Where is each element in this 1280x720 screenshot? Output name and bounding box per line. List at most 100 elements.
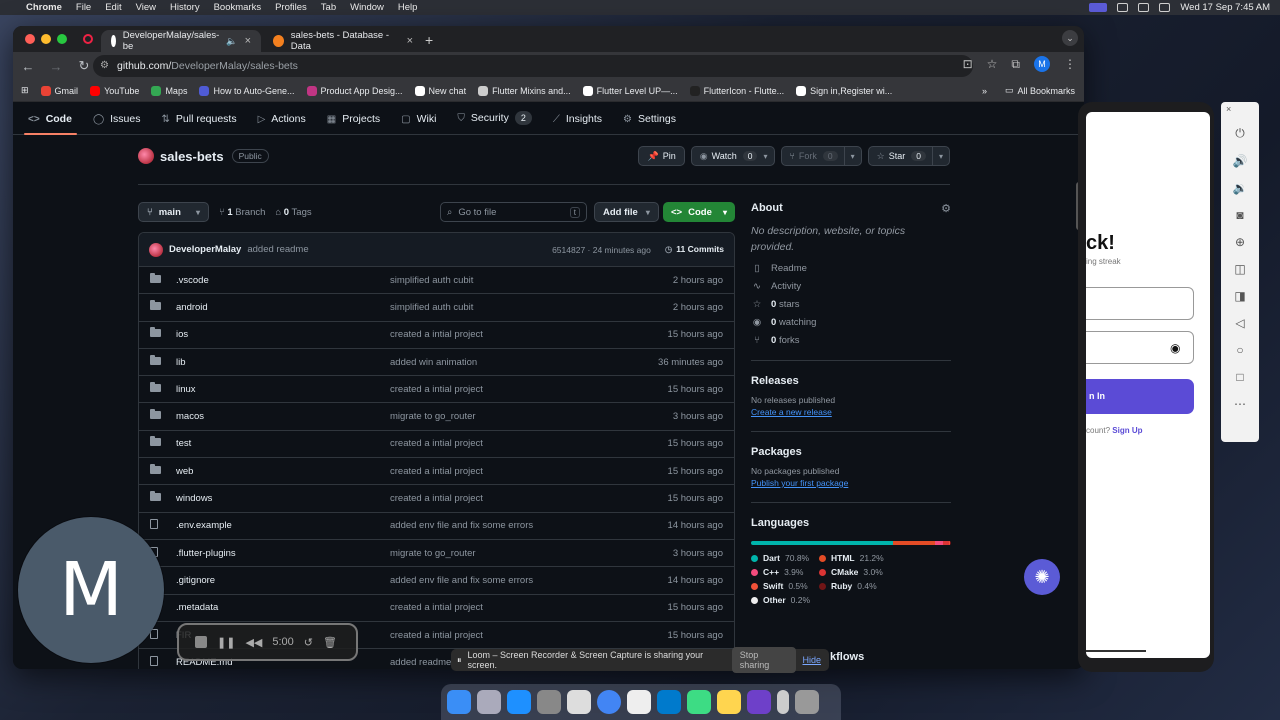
file-name[interactable]: android — [168, 302, 390, 313]
language-item[interactable]: Ruby 0.4% — [819, 581, 899, 591]
control-center-icon[interactable] — [1159, 3, 1171, 12]
bookmark-item[interactable]: Flutter Mixins and... — [478, 85, 571, 96]
bookmark-item[interactable]: Sign in,Register wi... — [796, 85, 892, 96]
more-icon[interactable]: ⋯ — [1234, 397, 1246, 411]
packages-heading[interactable]: Packages — [751, 446, 951, 458]
tab-wiki[interactable]: ▢ Wiki — [401, 113, 445, 134]
tab-settings[interactable]: ⚙ Settings — [623, 113, 685, 134]
bookmark-item[interactable]: Product App Desig... — [306, 85, 403, 96]
volume-up-icon[interactable]: 🔊 — [1233, 154, 1248, 168]
file-commit-message[interactable]: migrate to go_router — [390, 411, 673, 422]
table-row[interactable]: .vscode simplified auth cubit 2 hours ago — [139, 267, 734, 295]
releases-heading[interactable]: Releases — [751, 375, 951, 387]
watching-link[interactable]: ◉ 0 watching — [751, 317, 951, 328]
overview-icon[interactable]: □ — [1236, 370, 1243, 384]
file-name[interactable]: windows — [168, 493, 390, 504]
install-app-icon[interactable]: ⊡ — [963, 57, 973, 71]
apps-grid-icon[interactable]: ⊞ — [21, 85, 29, 96]
close-tab-icon[interactable]: × — [407, 35, 413, 47]
file-commit-message[interactable]: created a intial project — [390, 438, 668, 449]
finder-icon[interactable] — [447, 690, 471, 714]
table-row[interactable]: android simplified auth cubit 2 hours ago — [139, 294, 734, 322]
app-store-icon[interactable] — [507, 690, 531, 714]
publish-package-link[interactable]: Publish your first package — [751, 478, 951, 488]
signup-link[interactable]: Sign Up — [1112, 426, 1142, 435]
menu-window[interactable]: Window — [350, 2, 384, 13]
close-emulator-icon[interactable]: × — [1226, 104, 1231, 114]
sign-in-button[interactable]: n In — [1086, 379, 1194, 414]
bookmark-item[interactable]: Gmail — [40, 85, 78, 96]
eye-icon[interactable]: ◉ — [1170, 341, 1180, 355]
file-commit-message[interactable]: created a intial project — [390, 493, 668, 504]
file-name[interactable]: ios — [168, 329, 390, 340]
rewind-icon[interactable]: ◀◀ — [245, 636, 262, 649]
file-name[interactable]: .vscode — [168, 275, 390, 286]
file-commit-message[interactable]: created a intial project — [390, 329, 668, 340]
file-commit-message[interactable]: created a intial project — [390, 466, 668, 477]
rotate-left-icon[interactable]: ◫ — [1234, 262, 1245, 276]
reload-button[interactable]: ↻ — [77, 58, 91, 74]
gear-icon[interactable]: ⚙ — [941, 202, 951, 215]
table-row[interactable]: test created a intial project 15 hours ago — [139, 431, 734, 459]
readme-link[interactable]: ▯ Readme — [751, 263, 951, 274]
commits-link[interactable]: ◷ 11 Commits — [665, 244, 724, 255]
chevron-down-icon[interactable]: ▾ — [931, 147, 949, 165]
email-field[interactable] — [1086, 287, 1194, 320]
file-commit-message[interactable]: added env file and fix some errors — [390, 575, 668, 586]
language-item[interactable]: Swift 0.5% — [751, 581, 819, 591]
table-row[interactable]: .env.example added env file and fix some … — [139, 513, 734, 540]
menu-bookmarks[interactable]: Bookmarks — [214, 2, 262, 13]
notes-icon[interactable] — [717, 690, 741, 714]
trash-icon[interactable]: 🗑 — [323, 636, 337, 649]
table-row[interactable]: .metadata created a intial project 15 hour… — [139, 595, 734, 622]
address-bar[interactable]: ⚙ github.com/DeveloperMalay/sales-bets — [93, 55, 973, 77]
wifi-icon[interactable] — [1138, 3, 1150, 12]
downloads-icon[interactable] — [777, 690, 789, 714]
bookmark-item[interactable]: FlutterIcon - Flutte... — [689, 85, 784, 96]
pause-icon[interactable]: ❚❚ — [217, 636, 235, 649]
volume-down-icon[interactable]: 🔉 — [1233, 181, 1248, 195]
all-bookmarks[interactable]: » ▭ All Bookmarks — [982, 85, 1075, 96]
android-studio-icon[interactable] — [687, 690, 711, 714]
file-name[interactable]: macos — [168, 411, 390, 422]
site-info-icon[interactable]: ⚙ — [100, 60, 109, 71]
menu-tab[interactable]: Tab — [321, 2, 336, 13]
tab-projects[interactable]: ▦ Projects — [327, 113, 389, 134]
bookmark-item[interactable]: Flutter Level UP—... — [582, 85, 678, 96]
status-icon[interactable] — [1117, 3, 1129, 12]
forward-button[interactable]: → — [49, 59, 63, 74]
sparkle-assistant-button[interactable]: ✺ — [1024, 559, 1060, 595]
zoom-icon[interactable]: ⊕ — [1235, 235, 1245, 249]
commit-message[interactable]: added readme — [247, 244, 308, 255]
chevron-down-icon[interactable]: ▾ — [843, 147, 861, 165]
tab-github[interactable]: DeveloperMalay/sales-be 🔈 × — [101, 30, 261, 52]
zoom-window-button[interactable] — [57, 34, 67, 44]
tab-database[interactable]: sales-bets - Database - Data × — [263, 30, 423, 52]
menu-edit[interactable]: Edit — [105, 2, 121, 13]
create-release-link[interactable]: Create a new release — [751, 407, 951, 417]
power-icon[interactable]: ⏻ — [1235, 126, 1245, 141]
tab-issues[interactable]: ◯ Issues — [93, 113, 150, 134]
file-commit-message[interactable]: simplified auth cubit — [390, 302, 673, 313]
tab-security[interactable]: ⛉ Security 2 — [457, 111, 540, 134]
author-avatar[interactable] — [149, 242, 163, 257]
chrome-icon[interactable] — [597, 690, 621, 714]
vscode-icon[interactable] — [657, 690, 681, 714]
bookmark-item[interactable]: YouTube — [90, 85, 139, 96]
add-file-button[interactable]: Add file ▾ — [594, 202, 659, 222]
bookmark-item[interactable]: Maps — [151, 85, 187, 96]
commit-sha-time[interactable]: 6514827 · 24 minutes ago — [552, 245, 651, 255]
table-row[interactable]: ios created a intial project 15 hours ago — [139, 322, 734, 349]
menu-profiles[interactable]: Profiles — [275, 2, 307, 13]
bookmark-item[interactable]: New chat — [414, 85, 466, 96]
home-icon[interactable]: ○ — [1236, 343, 1243, 357]
back-icon[interactable]: ◁ — [1235, 316, 1244, 330]
file-name[interactable]: .gitignore — [168, 575, 390, 586]
camera-icon[interactable]: ◙ — [1236, 208, 1243, 222]
menubar-clock[interactable]: Wed 17 Sep 7:45 AM — [1180, 2, 1270, 13]
trash-icon[interactable] — [795, 690, 819, 714]
chevron-right-icon[interactable]: » — [982, 86, 987, 96]
table-row[interactable]: windows created a intial project 15 hours … — [139, 485, 734, 513]
new-tab-button[interactable]: + — [425, 32, 433, 48]
language-item[interactable]: C++ 3.9% — [751, 567, 819, 577]
